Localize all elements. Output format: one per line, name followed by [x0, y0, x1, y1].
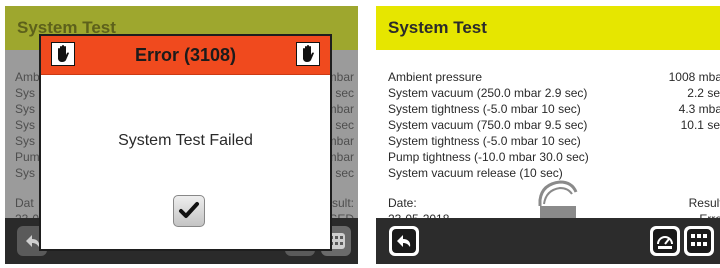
checkmark-icon — [179, 202, 199, 218]
left-screen: System Test Amb Sys Sys Sys Sys Pum Sys … — [5, 6, 358, 264]
back-arrow-icon — [392, 229, 416, 253]
row-start: Sys — [15, 102, 36, 116]
row-start: Sys — [15, 118, 36, 132]
date-label: Dat — [15, 196, 34, 210]
test-row-value: 2.2 sec — [687, 86, 720, 100]
result-label: sult: — [331, 196, 354, 210]
test-row-value: 10.1 sec — [680, 118, 720, 132]
right-screen: System Test Ambient pressure System vacu… — [376, 6, 720, 264]
test-row-label: System vacuum (250.0 mbar 2.9 sec) — [388, 86, 588, 100]
header-bar: System Test — [376, 6, 720, 50]
test-results-area: Ambient pressure System vacuum (250.0 mb… — [376, 50, 720, 226]
row-end: sec — [335, 118, 354, 132]
test-progress-icon — [532, 178, 580, 222]
test-row-label: System tightness (-5.0 mbar 10 sec) — [388, 102, 581, 116]
test-row-value: 1008 mbar — [668, 70, 720, 84]
hand-stop-icon — [296, 42, 320, 66]
ok-button[interactable] — [173, 195, 205, 227]
grid-menu-icon — [687, 229, 711, 253]
row-start: Amb — [15, 70, 40, 84]
row-start: Pum — [15, 150, 40, 164]
row-start: Sys — [15, 86, 36, 100]
test-row-label: Pump tightness (-10.0 mbar 30.0 sec) — [388, 150, 589, 164]
row-end: sec — [335, 86, 354, 100]
test-row-value: 4.3 mbar — [678, 102, 720, 116]
back-button[interactable] — [389, 226, 419, 256]
result-label: Result: — [688, 196, 720, 210]
menu-button[interactable] — [684, 226, 714, 256]
test-row-label: Ambient pressure — [388, 70, 483, 84]
page-title: System Test — [388, 18, 487, 37]
dialog-header: Error (3108) — [41, 36, 330, 75]
error-dialog: Error (3108) System Test Failed — [39, 34, 332, 251]
test-row-label: System vacuum (750.0 mbar 9.5 sec) — [388, 118, 588, 132]
date-label: Date: — [388, 196, 417, 210]
row-end: sec — [335, 166, 354, 180]
test-row-label: System tightness (-5.0 mbar 10 sec) — [388, 134, 581, 148]
row-start: Sys — [15, 134, 36, 148]
gauge-icon — [653, 229, 677, 253]
gauge-button[interactable] — [650, 226, 680, 256]
dialog-title: Error (3108) — [134, 45, 237, 65]
dialog-message: System Test Failed — [118, 132, 253, 149]
footer-bar — [376, 218, 720, 264]
row-start: Sys — [15, 166, 36, 180]
